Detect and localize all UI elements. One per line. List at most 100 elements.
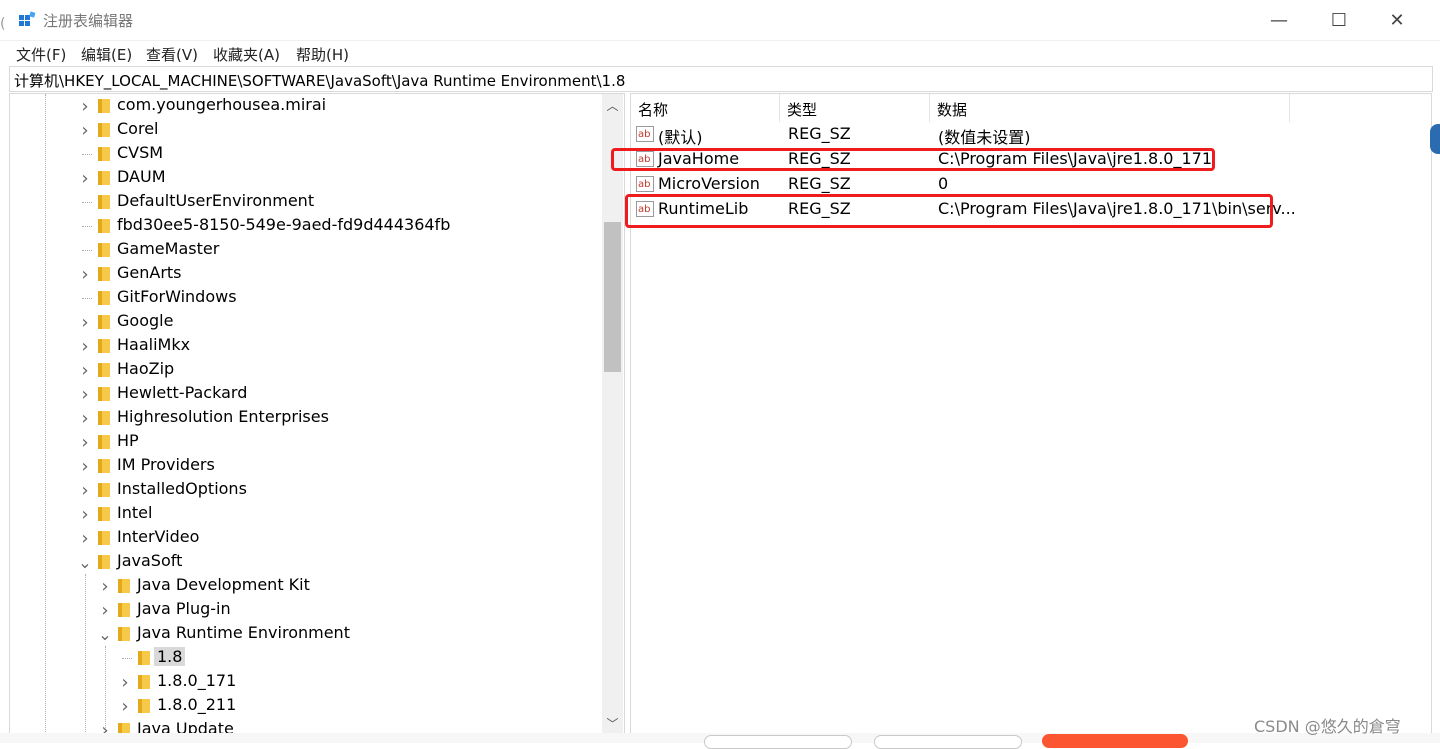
tree-item[interactable]: › Intel: [10, 502, 600, 526]
tree-item[interactable]: 1.8: [10, 646, 600, 670]
tree-item[interactable]: GitForWindows: [10, 286, 600, 310]
tree-connector: [78, 215, 92, 237]
folder-icon: [98, 507, 110, 521]
chevron-right-icon[interactable]: ›: [78, 95, 92, 117]
tree-item[interactable]: fbd30ee5-8150-549e-9aed-fd9d444364fb: [10, 214, 600, 238]
key-tree-pane[interactable]: › com.youngerhousea.mirai › Corel CVSM › DAUM D…: [9, 93, 625, 735]
tree-item[interactable]: › 1.8.0_211: [10, 694, 600, 718]
highlight-box-javahome: [611, 148, 1215, 171]
folder-icon: [98, 195, 110, 209]
folder-icon: [98, 531, 110, 545]
tree-item[interactable]: › Google: [10, 310, 600, 334]
tree-item[interactable]: ⌄ Java Runtime Environment: [10, 622, 600, 646]
tree-item[interactable]: › Hewlett-Packard: [10, 382, 600, 406]
chevron-right-icon[interactable]: ›: [78, 359, 92, 381]
scroll-down-button[interactable]: ﹀: [602, 712, 623, 734]
chevron-right-icon[interactable]: ›: [78, 503, 92, 525]
tree-item[interactable]: › InstalledOptions: [10, 478, 600, 502]
tree-connector: [78, 191, 92, 213]
menu-favorites[interactable]: 收藏夹(A): [213, 44, 280, 65]
tree-item-label: 1.8.0_171: [157, 671, 237, 690]
tree-item-label: InstalledOptions: [117, 479, 247, 498]
tree-item[interactable]: › GenArts: [10, 262, 600, 286]
tree-item[interactable]: › 1.8.0_171: [10, 670, 600, 694]
maximize-button[interactable]: ☐: [1316, 6, 1362, 34]
chevron-up-icon: ︿: [606, 98, 619, 113]
minimize-button[interactable]: —: [1256, 6, 1302, 34]
side-widget-icon[interactable]: [1430, 124, 1440, 154]
chevron-right-icon[interactable]: ›: [78, 431, 92, 453]
scroll-up-button[interactable]: ︿: [602, 94, 623, 116]
tree-item[interactable]: › com.youngerhousea.mirai: [10, 94, 600, 118]
chevron-down-icon[interactable]: ⌄: [78, 551, 92, 573]
background-publish-button: [1042, 734, 1188, 748]
tree-item[interactable]: › HP: [10, 430, 600, 454]
tree-item[interactable]: DefaultUserEnvironment: [10, 190, 600, 214]
close-icon: ✕: [1389, 9, 1405, 31]
value-type: REG_SZ: [788, 174, 851, 193]
folder-icon: [98, 147, 110, 161]
tree-item[interactable]: › HaaliMkx: [10, 334, 600, 358]
menu-file[interactable]: 文件(F): [16, 44, 66, 65]
title-bar: 注册表编辑器 — ☐ ✕: [0, 0, 1440, 41]
chevron-down-icon[interactable]: ⌄: [98, 623, 112, 645]
menu-edit[interactable]: 编辑(E): [81, 44, 132, 65]
chevron-right-icon[interactable]: ›: [78, 527, 92, 549]
tree-item[interactable]: › Java Plug-in: [10, 598, 600, 622]
folder-icon: [98, 123, 110, 137]
tree-item-label: GitForWindows: [117, 287, 237, 306]
tree-connector: [78, 143, 92, 165]
chevron-right-icon[interactable]: ›: [78, 455, 92, 477]
tree-item-label: 1.8: [154, 647, 186, 666]
chevron-right-icon[interactable]: ›: [118, 671, 132, 693]
chevron-down-icon: ﹀: [606, 716, 619, 731]
background-pill-button: [874, 735, 1022, 749]
folder-icon: [98, 387, 110, 401]
chevron-right-icon[interactable]: ›: [78, 311, 92, 333]
chevron-right-icon[interactable]: ›: [78, 167, 92, 189]
tree-item[interactable]: ⌄ JavaSoft: [10, 550, 600, 574]
tree-item[interactable]: › HaoZip: [10, 358, 600, 382]
chevron-right-icon[interactable]: ›: [78, 479, 92, 501]
column-header-name[interactable]: 名称: [631, 94, 780, 122]
folder-icon: [98, 411, 110, 425]
tree-item[interactable]: CVSM: [10, 142, 600, 166]
tree-item[interactable]: › IM Providers: [10, 454, 600, 478]
tree-item[interactable]: › Corel: [10, 118, 600, 142]
column-header-data[interactable]: 数据: [930, 94, 1290, 122]
tree-item-label: Corel: [117, 119, 159, 138]
menu-help[interactable]: 帮助(H): [296, 44, 349, 65]
tree-item[interactable]: › Highresolution Enterprises: [10, 406, 600, 430]
tree-scrollbar[interactable]: ︿ ﹀: [602, 94, 623, 734]
chevron-right-icon[interactable]: ›: [78, 119, 92, 141]
tree-item-label: CVSM: [117, 143, 164, 162]
tree-item-label: fbd30ee5-8150-549e-9aed-fd9d444364fb: [117, 215, 451, 234]
folder-icon: [118, 627, 130, 641]
column-header-type[interactable]: 类型: [780, 94, 930, 122]
chevron-right-icon[interactable]: ›: [98, 599, 112, 621]
chevron-right-icon[interactable]: ›: [78, 263, 92, 285]
chevron-right-icon[interactable]: ›: [118, 695, 132, 717]
minimize-icon: —: [1270, 9, 1288, 31]
tree-connector: [78, 239, 92, 261]
address-path: 计算机\HKEY_LOCAL_MACHINE\SOFTWARE\JavaSoft…: [14, 72, 626, 90]
address-bar[interactable]: 计算机\HKEY_LOCAL_MACHINE\SOFTWARE\JavaSoft…: [9, 66, 1433, 92]
folder-icon: [98, 171, 110, 185]
tree-item-label: com.youngerhousea.mirai: [117, 95, 327, 114]
value-row[interactable]: ab (默认) REG_SZ (数值未设置): [631, 122, 1391, 147]
close-button[interactable]: ✕: [1374, 6, 1420, 34]
tree-item[interactable]: › Java Development Kit: [10, 574, 600, 598]
chevron-right-icon[interactable]: ›: [78, 407, 92, 429]
tree-item[interactable]: GameMaster: [10, 238, 600, 262]
value-data: 0: [938, 174, 949, 193]
tree-item[interactable]: › DAUM: [10, 166, 600, 190]
menu-view[interactable]: 查看(V): [146, 44, 198, 65]
tree-item[interactable]: › InterVideo: [10, 526, 600, 550]
chevron-right-icon[interactable]: ›: [98, 575, 112, 597]
values-list-pane[interactable]: 名称 类型 数据 ab (默认) REG_SZ (数值未设置) ab JavaHome RE…: [611, 93, 1432, 735]
scroll-thumb[interactable]: [604, 222, 621, 372]
chevron-right-icon[interactable]: ›: [78, 335, 92, 357]
chevron-right-icon[interactable]: ›: [78, 383, 92, 405]
regedit-app-icon: [19, 11, 36, 26]
tree-item-label: HP: [117, 431, 139, 450]
